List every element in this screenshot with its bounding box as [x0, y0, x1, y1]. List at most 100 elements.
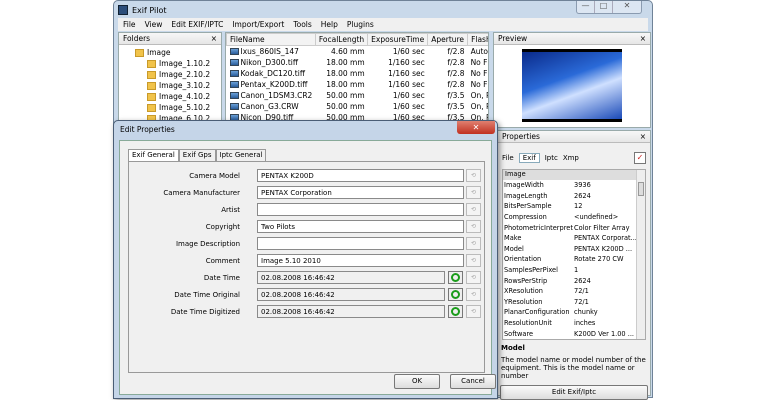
field-input[interactable]: [257, 203, 464, 216]
menu-edit-exif-iptc[interactable]: Edit EXIF/IPTC: [171, 20, 223, 29]
tree-node[interactable]: Image_5.10.2: [135, 102, 221, 113]
maximize-button[interactable]: □: [595, 1, 613, 13]
edit-exif-iptc-button[interactable]: Edit Exif/Iptc: [500, 385, 648, 400]
tab-xmp[interactable]: Xmp: [563, 154, 579, 162]
file-list: FileName FocalLength ExposureTime Apertu…: [225, 32, 489, 127]
field-label: Date Time: [203, 274, 240, 282]
revert-button[interactable]: ⟲: [466, 237, 481, 250]
column-exposuretime[interactable]: ExposureTime: [367, 33, 429, 46]
tree-node[interactable]: Image_3.10.2: [135, 80, 221, 91]
field-input[interactable]: 02.08.2008 16:46:42: [257, 305, 445, 318]
tab-exif-gps[interactable]: Exif Gps: [178, 149, 216, 161]
property-name: ResolutionUnit: [504, 319, 552, 328]
file-row[interactable]: Canon_1DSM3.CR2 50.00 mm 1/60 sec f/3.5 On, …: [227, 90, 488, 101]
field-label: Comment: [205, 257, 240, 265]
properties-close-button[interactable]: ×: [640, 132, 646, 141]
property-row[interactable]: PhotometricInterpretatioColor Filter Arr…: [503, 222, 636, 233]
property-row[interactable]: SamplesPerPixel 1: [503, 265, 636, 276]
property-value: 12: [574, 202, 583, 211]
property-row[interactable]: Orientation Rotate 270 CW: [503, 254, 636, 265]
field-label: Date Time Original: [174, 291, 240, 299]
preview-close-button[interactable]: ×: [640, 34, 646, 43]
revert-button[interactable]: ⟲: [466, 254, 481, 267]
file-row[interactable]: Canon_G3.CRW 50.00 mm 1/60 sec f/3.5 On, R: [227, 101, 488, 112]
field-input[interactable]: Two Pilots: [257, 220, 464, 233]
tree-node-image[interactable]: Image: [135, 47, 221, 58]
file-row[interactable]: Pentax_K200D.tiff 18.00 mm 1/160 sec f/2.8 N…: [227, 79, 488, 90]
tab-exif[interactable]: Exif: [518, 153, 540, 163]
cancel-button[interactable]: Cancel: [450, 374, 496, 389]
file-row[interactable]: Nikon_D300.tiff 18.00 mm 1/160 sec f/2.8 No …: [227, 57, 488, 68]
checklist-icon[interactable]: ✓: [634, 152, 646, 164]
tree-node[interactable]: Image_2.10.2: [135, 69, 221, 80]
ok-button[interactable]: OK: [394, 374, 440, 389]
property-row[interactable]: ResolutionUnit inches: [503, 318, 636, 329]
property-row[interactable]: ImageWidth 3936: [503, 180, 636, 191]
property-row[interactable]: Compression <undefined>: [503, 212, 636, 223]
revert-button[interactable]: ⟲: [466, 288, 481, 301]
file-cell: 1/60 sec: [368, 46, 428, 57]
field-input[interactable]: [257, 237, 464, 250]
tab-iptc-general[interactable]: Iptc General: [215, 149, 267, 161]
tab-file[interactable]: File: [502, 154, 514, 162]
field-input[interactable]: 02.08.2008 16:46:42: [257, 271, 445, 284]
set-time-button[interactable]: [448, 305, 463, 318]
revert-button[interactable]: ⟲: [466, 203, 481, 216]
column-focallength[interactable]: FocalLength: [314, 33, 369, 46]
set-time-button[interactable]: [448, 288, 463, 301]
column-flash[interactable]: Flash: [467, 33, 488, 46]
menu-view[interactable]: View: [145, 20, 163, 29]
tree-node[interactable]: Image_4.10.2: [135, 91, 221, 102]
dialog-close-button[interactable]: ✕: [457, 121, 495, 134]
cell-text: 1/60 sec: [392, 101, 425, 111]
tree-node[interactable]: Image_1.10.2: [135, 58, 221, 69]
property-row[interactable]: YResolution 72/1: [503, 297, 636, 308]
folders-close-button[interactable]: ×: [211, 34, 217, 43]
cell-text: 1/160 sec: [388, 68, 425, 78]
menu-help[interactable]: Help: [321, 20, 338, 29]
property-row[interactable]: RowsPerStrip 2624: [503, 275, 636, 286]
file-cell: No Fl: [468, 57, 488, 68]
menu-import-export[interactable]: Import/Export: [232, 20, 284, 29]
field-label: Date Time Digitized: [170, 308, 240, 316]
cell-text: 50.00 mm: [326, 101, 365, 111]
file-table: FileName FocalLength ExposureTime Apertu…: [226, 33, 488, 123]
property-value: chunky: [574, 308, 598, 317]
revert-button[interactable]: ⟲: [466, 271, 481, 284]
file-row[interactable]: Ixus_860IS_147 4.60 mm 1/60 sec f/2.8 Auto,: [227, 46, 488, 57]
revert-button[interactable]: ⟲: [466, 305, 481, 318]
property-row[interactable]: Model PENTAX K200D ...: [503, 244, 636, 255]
close-button[interactable]: ✕: [613, 1, 641, 13]
menu-plugins[interactable]: Plugins: [347, 20, 374, 29]
property-row[interactable]: ImageLength 2624: [503, 191, 636, 202]
property-row[interactable]: BitsPerSample 12: [503, 201, 636, 212]
property-row[interactable]: Software K200D Ver 1.00 ...: [503, 328, 636, 339]
field-label: Camera Model: [189, 172, 240, 180]
field-input[interactable]: PENTAX K200D: [257, 169, 464, 182]
revert-button[interactable]: ⟲: [466, 169, 481, 182]
set-time-button[interactable]: [448, 271, 463, 284]
preview-panel: Preview ×: [493, 32, 651, 128]
revert-button[interactable]: ⟲: [466, 220, 481, 233]
field-label: Artist: [221, 206, 240, 214]
revert-button[interactable]: ⟲: [466, 186, 481, 199]
property-value: 2624: [574, 191, 591, 200]
menu-bar: File View Edit EXIF/IPTC Import/Export T…: [118, 18, 648, 31]
field-input[interactable]: PENTAX Corporation: [257, 186, 464, 199]
column-aperture[interactable]: Aperture: [427, 33, 469, 46]
property-row[interactable]: PlanarConfiguration chunky: [503, 307, 636, 318]
property-row[interactable]: XResolution 72/1: [503, 286, 636, 297]
file-row[interactable]: Kodak_DC120.tiff 18.00 mm 1/160 sec f/2.8 No…: [227, 68, 488, 79]
minimize-button[interactable]: —: [577, 1, 595, 13]
menu-tools[interactable]: Tools: [293, 20, 311, 29]
cell-text: f/3.5: [447, 90, 465, 100]
grid-scrollbar[interactable]: [636, 170, 645, 339]
property-table: ImageWidth 3936 ImageLength 2624 BitsPerSamp…: [503, 180, 636, 339]
property-row[interactable]: Make PENTAX Corporat...: [503, 233, 636, 244]
tab-iptc[interactable]: Iptc: [545, 154, 558, 162]
menu-file[interactable]: File: [123, 20, 136, 29]
field-input[interactable]: 02.08.2008 16:46:42: [257, 288, 445, 301]
column-filename[interactable]: FileName: [226, 33, 316, 46]
field-input[interactable]: Image 5.10 2010: [257, 254, 464, 267]
image-file-icon: [229, 103, 239, 110]
